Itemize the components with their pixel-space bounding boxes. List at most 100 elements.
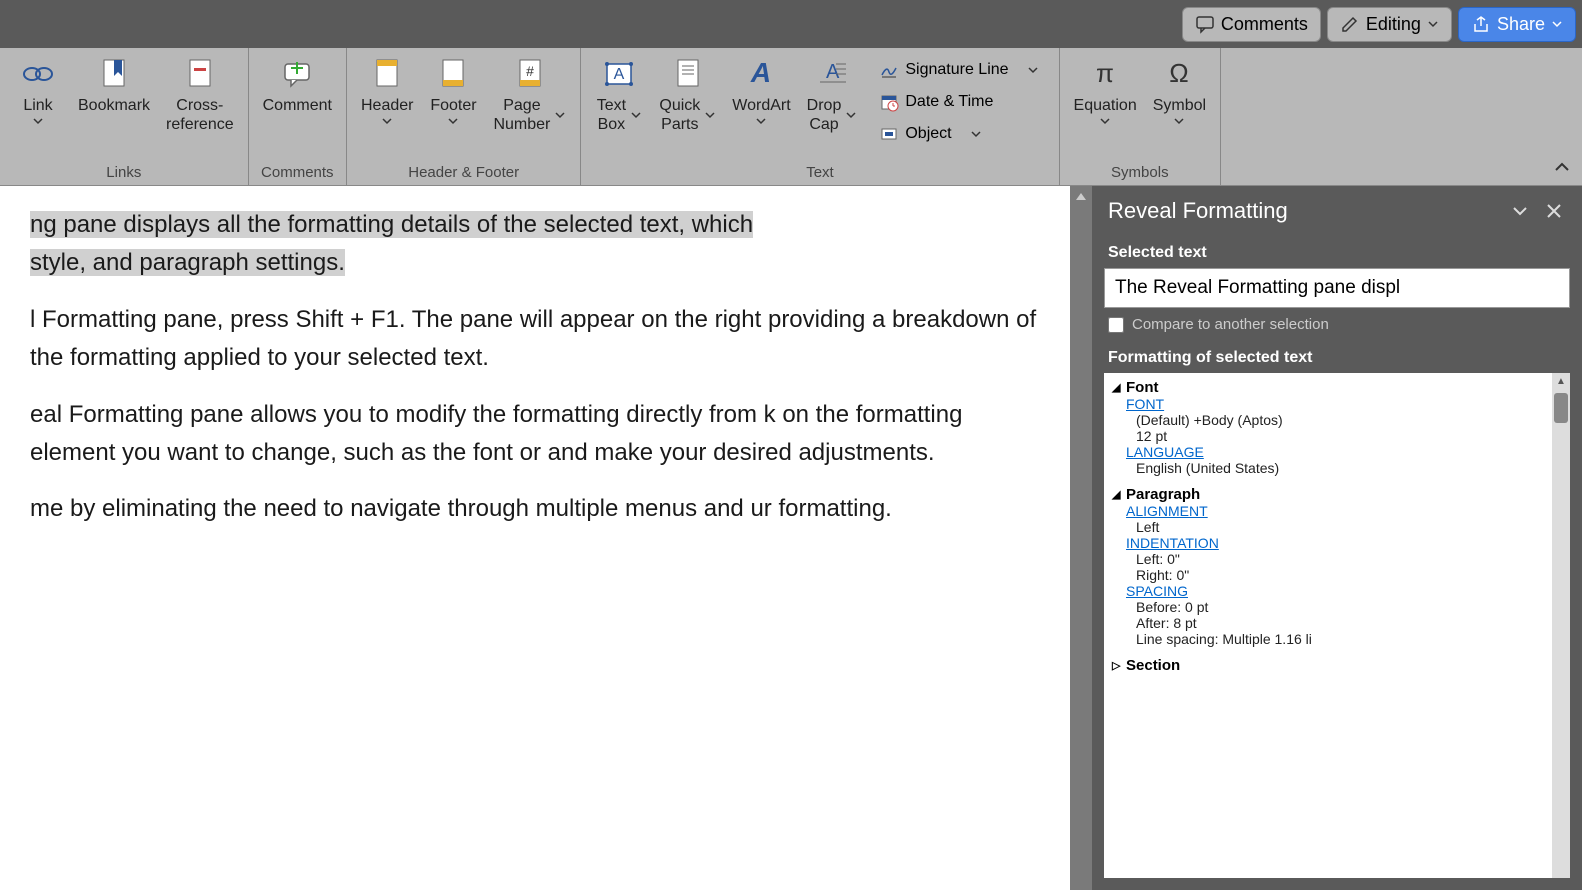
comment-icon xyxy=(1195,14,1215,34)
pane-title: Reveal Formatting xyxy=(1108,198,1498,224)
cross-ref-icon xyxy=(182,56,218,92)
language-link[interactable]: LANGUAGE xyxy=(1126,444,1562,460)
page-number-button[interactable]: # Page Number xyxy=(487,52,572,162)
pencil-icon xyxy=(1340,14,1360,34)
symbol-button[interactable]: Ω Symbol xyxy=(1147,52,1212,162)
equation-icon: π xyxy=(1087,56,1123,92)
text-box-button[interactable]: A Text Box xyxy=(589,52,649,162)
spacing-link[interactable]: SPACING xyxy=(1126,583,1562,599)
quick-parts-button[interactable]: Quick Parts xyxy=(653,52,722,162)
doc-para-4: me by eliminating the need to navigate t… xyxy=(30,490,1040,528)
indentation-link[interactable]: INDENTATION xyxy=(1126,535,1562,551)
links-group-label: Links xyxy=(8,162,240,183)
alignment-value: Left xyxy=(1136,519,1562,535)
footer-icon xyxy=(435,56,471,92)
chevron-down-icon xyxy=(1427,18,1439,30)
comments-label: Comments xyxy=(1221,14,1308,35)
equation-button[interactable]: π Equation xyxy=(1068,52,1143,162)
chevron-down-icon xyxy=(970,128,982,140)
header-button[interactable]: Header xyxy=(355,52,419,162)
line-spacing-value: Line spacing: Multiple 1.16 li xyxy=(1136,631,1562,647)
datetime-label: Date & Time xyxy=(905,93,993,111)
svg-text:A: A xyxy=(750,57,771,88)
drop-cap-button[interactable]: A Drop Cap xyxy=(801,52,864,162)
date-time-button[interactable]: Date & Time xyxy=(875,88,1042,116)
share-button[interactable]: Share xyxy=(1458,7,1576,42)
wordart-button[interactable]: A WordArt xyxy=(726,52,796,162)
cross-reference-button[interactable]: Cross- reference xyxy=(160,52,240,162)
doc-line-1b: style, and paragraph settings. xyxy=(30,249,345,276)
doc-line-1a: ng pane displays all the formatting deta… xyxy=(30,211,753,238)
pane-options-button[interactable] xyxy=(1508,199,1532,223)
font-link[interactable]: FONT xyxy=(1126,396,1562,412)
wordart-icon: A xyxy=(743,56,779,92)
footer-button[interactable]: Footer xyxy=(423,52,483,162)
indent-right-value: Right: 0" xyxy=(1136,567,1562,583)
spacing-before-value: Before: 0 pt xyxy=(1136,599,1562,615)
comments-button[interactable]: Comments xyxy=(1182,7,1321,42)
signature-line-button[interactable]: Signature Line xyxy=(875,56,1042,84)
text-group-label: Text xyxy=(589,162,1050,183)
chevron-down-icon xyxy=(1027,64,1039,76)
formatting-label: Formatting of selected text xyxy=(1092,341,1582,373)
chevron-down-icon xyxy=(1099,115,1111,127)
paragraph-node-toggle[interactable]: ◢Paragraph xyxy=(1112,486,1562,503)
pane-close-button[interactable] xyxy=(1542,199,1566,223)
symbol-icon: Ω xyxy=(1161,56,1197,92)
svg-text:A: A xyxy=(614,66,625,83)
pane-tree-scrollbar[interactable]: ▲ xyxy=(1552,373,1570,878)
header-label: Header xyxy=(361,96,413,115)
scroll-up-icon xyxy=(1074,190,1088,204)
alignment-link[interactable]: ALIGNMENT xyxy=(1126,503,1562,519)
svg-text:#: # xyxy=(526,63,534,79)
font-value-2: 12 pt xyxy=(1136,428,1562,444)
comment-button[interactable]: Comment xyxy=(257,52,338,162)
chevron-down-icon xyxy=(447,115,459,127)
formatting-tree: ◢Font FONT (Default) +Body (Aptos) 12 pt… xyxy=(1104,373,1570,878)
selected-text-label: Selected text xyxy=(1092,236,1582,268)
page-number-icon: # xyxy=(512,56,548,92)
font-node-toggle[interactable]: ◢Font xyxy=(1112,379,1562,396)
vertical-scrollbar[interactable] xyxy=(1070,186,1092,890)
comments-group-label: Comments xyxy=(257,162,338,183)
page-number-label: Page Number xyxy=(493,96,550,134)
link-button[interactable]: Link xyxy=(8,52,68,162)
compare-checkbox[interactable] xyxy=(1108,317,1124,333)
chevron-down-icon xyxy=(554,109,566,121)
font-header: Font xyxy=(1126,379,1158,396)
link-label: Link xyxy=(23,96,52,115)
calendar-icon xyxy=(879,92,899,112)
header-icon xyxy=(369,56,405,92)
pane-scroll-thumb[interactable] xyxy=(1554,393,1568,423)
chevron-down-icon xyxy=(845,109,857,121)
chevron-down-icon xyxy=(1173,115,1185,127)
symbols-group-label: Symbols xyxy=(1068,162,1213,183)
paragraph-header: Paragraph xyxy=(1126,486,1200,503)
share-icon xyxy=(1471,14,1491,34)
chevron-down-icon xyxy=(630,109,642,121)
document-page[interactable]: ng pane displays all the formatting deta… xyxy=(0,186,1070,890)
share-label: Share xyxy=(1497,14,1545,35)
svg-text:π: π xyxy=(1096,58,1114,88)
drop-cap-icon: A xyxy=(814,56,850,92)
chevron-down-icon xyxy=(704,109,716,121)
symbol-label: Symbol xyxy=(1153,96,1206,115)
spacing-after-value: After: 8 pt xyxy=(1136,615,1562,631)
chevron-down-icon xyxy=(1510,201,1530,221)
text-box-icon: A xyxy=(601,56,637,92)
bookmark-icon xyxy=(96,56,132,92)
comment-icon xyxy=(279,56,315,92)
ribbon-collapse-button[interactable] xyxy=(1552,157,1572,177)
quick-parts-icon xyxy=(670,56,706,92)
chevron-down-icon xyxy=(1551,18,1563,30)
chevron-down-icon xyxy=(755,115,767,127)
bookmark-button[interactable]: Bookmark xyxy=(72,52,156,162)
indent-left-value: Left: 0" xyxy=(1136,551,1562,567)
link-icon xyxy=(20,56,56,92)
comment-label: Comment xyxy=(263,96,332,115)
object-button[interactable]: Object xyxy=(875,120,1042,148)
headerfooter-group-label: Header & Footer xyxy=(355,162,572,183)
language-value: English (United States) xyxy=(1136,460,1562,476)
editing-button[interactable]: Editing xyxy=(1327,7,1452,42)
section-node-toggle[interactable]: ▷Section xyxy=(1112,657,1562,674)
